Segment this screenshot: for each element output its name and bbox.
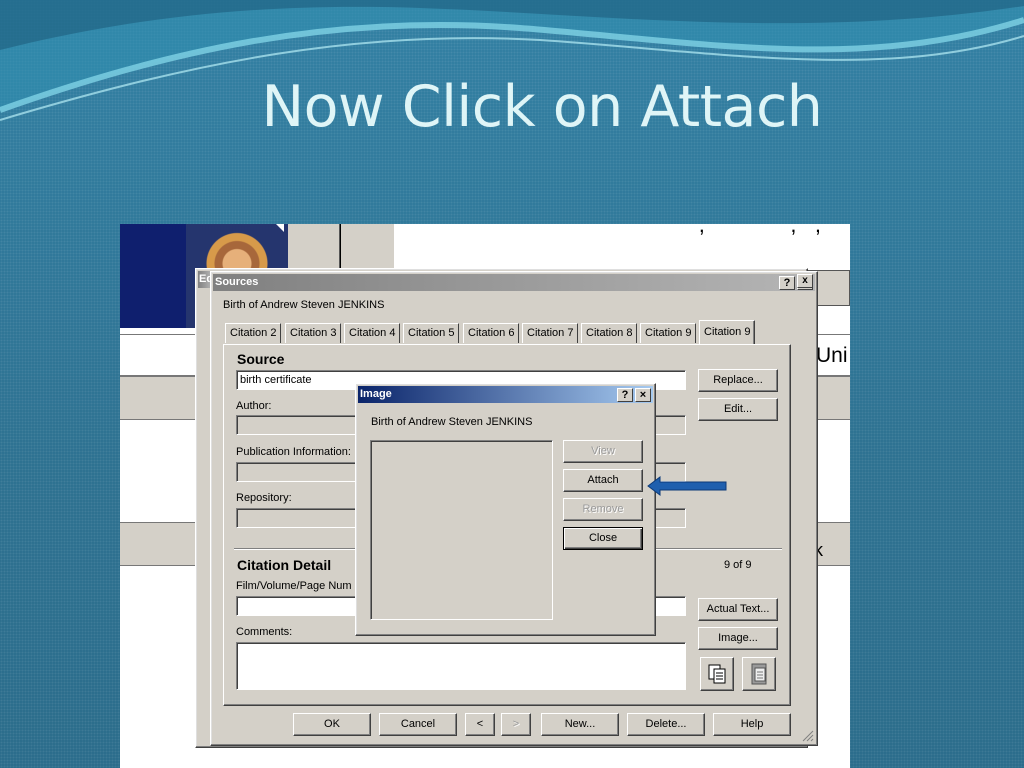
- image-subject: Birth of Andrew Steven JENKINS: [371, 416, 533, 428]
- previous-button[interactable]: <: [465, 713, 495, 736]
- tab-citation-6[interactable]: Citation 6: [463, 323, 520, 343]
- tab-citation-9[interactable]: Citation 9: [640, 323, 697, 343]
- sources-title: Sources: [215, 276, 259, 288]
- tab-citation-5[interactable]: Citation 5: [403, 323, 460, 343]
- remove-button[interactable]: Remove: [563, 498, 643, 521]
- background-banner: [120, 224, 186, 328]
- comments-field[interactable]: [236, 642, 686, 690]
- cancel-button[interactable]: Cancel: [379, 713, 457, 736]
- edit-button[interactable]: Edit...: [698, 398, 778, 421]
- slide-title: Now Click on Attach: [261, 74, 823, 140]
- copy-icon[interactable]: [700, 657, 734, 691]
- repository-label: Repository:: [236, 492, 292, 504]
- paste-icon[interactable]: [742, 657, 776, 691]
- source-heading: Source: [237, 351, 285, 367]
- help-title-button[interactable]: ?: [779, 276, 795, 290]
- image-dialog-title: Image: [360, 388, 392, 400]
- tab-citation-2[interactable]: Citation 2: [225, 323, 282, 343]
- ok-button[interactable]: OK: [293, 713, 371, 736]
- tab-citation-7[interactable]: Citation 7: [522, 323, 579, 343]
- view-button[interactable]: View: [563, 440, 643, 463]
- image-button[interactable]: Image...: [698, 627, 778, 650]
- image-preview-area: [370, 440, 553, 620]
- background-close-button[interactable]: x: [797, 274, 813, 288]
- image-titlebar[interactable]: Image ? ×: [358, 386, 653, 403]
- image-help-title-button[interactable]: ?: [617, 388, 633, 402]
- citation-tabs: Citation 2 Citation 3 Citation 4 Citatio…: [225, 320, 785, 345]
- background-text-fragment: ' , , ,: [450, 224, 821, 237]
- attach-button[interactable]: Attach: [563, 469, 643, 492]
- sources-titlebar[interactable]: Sources ? ×: [213, 274, 815, 291]
- tab-citation-4[interactable]: Citation 4: [344, 323, 401, 343]
- counter-label: 9 of 9: [724, 559, 752, 571]
- close-button[interactable]: Close: [563, 527, 643, 550]
- tab-citation-8[interactable]: Citation 8: [581, 323, 638, 343]
- delete-button[interactable]: Delete...: [627, 713, 705, 736]
- next-button[interactable]: >: [501, 713, 531, 736]
- new-button[interactable]: New...: [541, 713, 619, 736]
- publication-label: Publication Information:: [236, 446, 351, 458]
- image-dialog: Image ? × Birth of Andrew Steven JENKINS…: [355, 383, 656, 636]
- tab-citation-9-active[interactable]: Citation 9: [699, 320, 756, 344]
- help-button[interactable]: Help: [713, 713, 791, 736]
- resize-grip-icon[interactable]: [802, 730, 814, 742]
- film-label: Film/Volume/Page Num: [236, 580, 352, 592]
- background-text-uni: Uni: [816, 344, 848, 367]
- comments-label: Comments:: [236, 626, 293, 638]
- citation-detail-heading: Citation Detail: [237, 557, 332, 573]
- tab-citation-3[interactable]: Citation 3: [285, 323, 342, 343]
- replace-button[interactable]: Replace...: [698, 369, 778, 392]
- image-close-title-button[interactable]: ×: [635, 388, 651, 402]
- actual-text-button[interactable]: Actual Text...: [698, 598, 778, 621]
- sources-subject: Birth of Andrew Steven JENKINS: [223, 299, 385, 311]
- arrow-left-icon: [647, 476, 727, 496]
- author-label: Author:: [236, 400, 272, 412]
